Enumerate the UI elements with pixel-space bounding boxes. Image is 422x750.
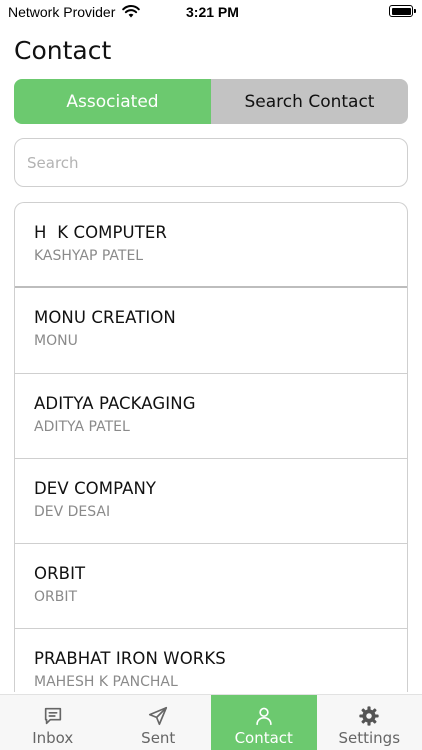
contact-person: MAHESH K PANCHAL [34,674,178,691]
contact-row[interactable]: ADITYA PACKAGING ADITYA PATEL [15,374,407,459]
tab-settings[interactable]: Settings [317,695,422,750]
contact-name: ADITYA PACKAGING [34,393,196,413]
contact-person: KASHYAP PATEL [34,248,144,264]
tab-bar: Inbox Sent Contact Settings [0,694,422,750]
status-time: 3:21 PM [186,4,239,20]
contact-row[interactable]: PRABHAT IRON WORKS MAHESH K PANCHAL [15,629,407,692]
contact-row[interactable]: MONU CREATION MONU [15,288,407,374]
contact-row[interactable]: ORBIT ORBIT [15,544,407,630]
page-title: Contact [14,36,112,65]
contact-name: ORBIT [34,564,86,584]
battery-icon [389,5,416,17]
gear-icon [359,706,379,726]
segment-search-contact[interactable]: Search Contact [211,79,408,124]
tab-contact[interactable]: Contact [211,695,317,750]
contact-row[interactable]: H K COMPUTER KASHYAP PATEL [15,203,407,289]
inbox-icon [44,707,61,725]
contact-name: MONU CREATION [34,308,176,328]
tab-inbox-label: Inbox [32,729,74,747]
tab-contact-label: Contact [234,729,293,747]
segment-associated[interactable]: Associated [14,79,211,124]
status-bar: Network Provider 3:21 PM [0,0,422,24]
tab-sent[interactable]: Sent [106,695,212,750]
contact-screen: Network Provider 3:21 PM Contact Associa… [0,0,422,750]
contact-person: MONU [34,333,78,350]
tab-inbox[interactable]: Inbox [0,695,106,750]
segmented-control: Associated Search Contact [14,79,408,124]
contact-name: PRABHAT IRON WORKS [34,649,226,669]
tab-settings-label: Settings [338,729,401,747]
contact-row[interactable]: DEV COMPANY DEV DESAI [15,459,407,545]
contact-name: H K COMPUTER [34,223,168,242]
person-icon [256,707,272,726]
carrier-label: Network Provider [8,4,116,20]
tab-sent-label: Sent [141,729,176,747]
wifi-icon [122,5,140,18]
contact-person: DEV DESAI [34,503,111,520]
send-icon [149,706,168,726]
search-input[interactable] [14,138,408,187]
contact-name: DEV COMPANY [34,478,157,498]
contact-list: H K COMPUTER KASHYAP PATEL MONU CREATION MO… [14,202,408,692]
contact-person: ADITYA PATEL [34,418,130,435]
contact-person: ORBIT [34,589,78,606]
